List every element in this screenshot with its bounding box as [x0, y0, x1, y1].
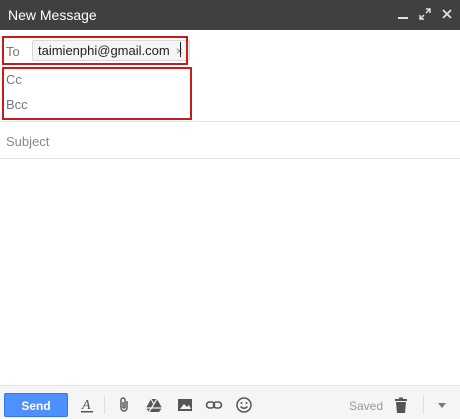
minimize-icon[interactable]: [396, 6, 410, 22]
trash-icon[interactable]: [391, 395, 411, 415]
divider: [0, 121, 460, 122]
attach-icon[interactable]: [115, 395, 135, 415]
highlight-box-to: [2, 36, 188, 65]
emoji-icon[interactable]: [234, 395, 254, 415]
send-button[interactable]: Send: [4, 393, 68, 417]
compose-titlebar: New Message: [0, 0, 460, 30]
close-icon[interactable]: [440, 6, 454, 22]
popout-icon[interactable]: [418, 6, 432, 22]
divider: [0, 158, 460, 159]
highlight-box-cc-bcc: [2, 67, 192, 120]
svg-text:A: A: [81, 398, 91, 413]
photo-icon[interactable]: [175, 395, 195, 415]
link-icon[interactable]: [204, 395, 224, 415]
save-status: Saved: [349, 399, 384, 413]
subject-input[interactable]: [6, 131, 446, 151]
more-options-icon[interactable]: [432, 395, 452, 415]
window-title: New Message: [8, 7, 97, 23]
formatting-icon[interactable]: A: [77, 395, 97, 415]
message-body[interactable]: [0, 162, 460, 382]
toolbar-separator: [423, 396, 424, 414]
drive-icon[interactable]: [144, 395, 164, 415]
toolbar-separator: [104, 396, 105, 414]
